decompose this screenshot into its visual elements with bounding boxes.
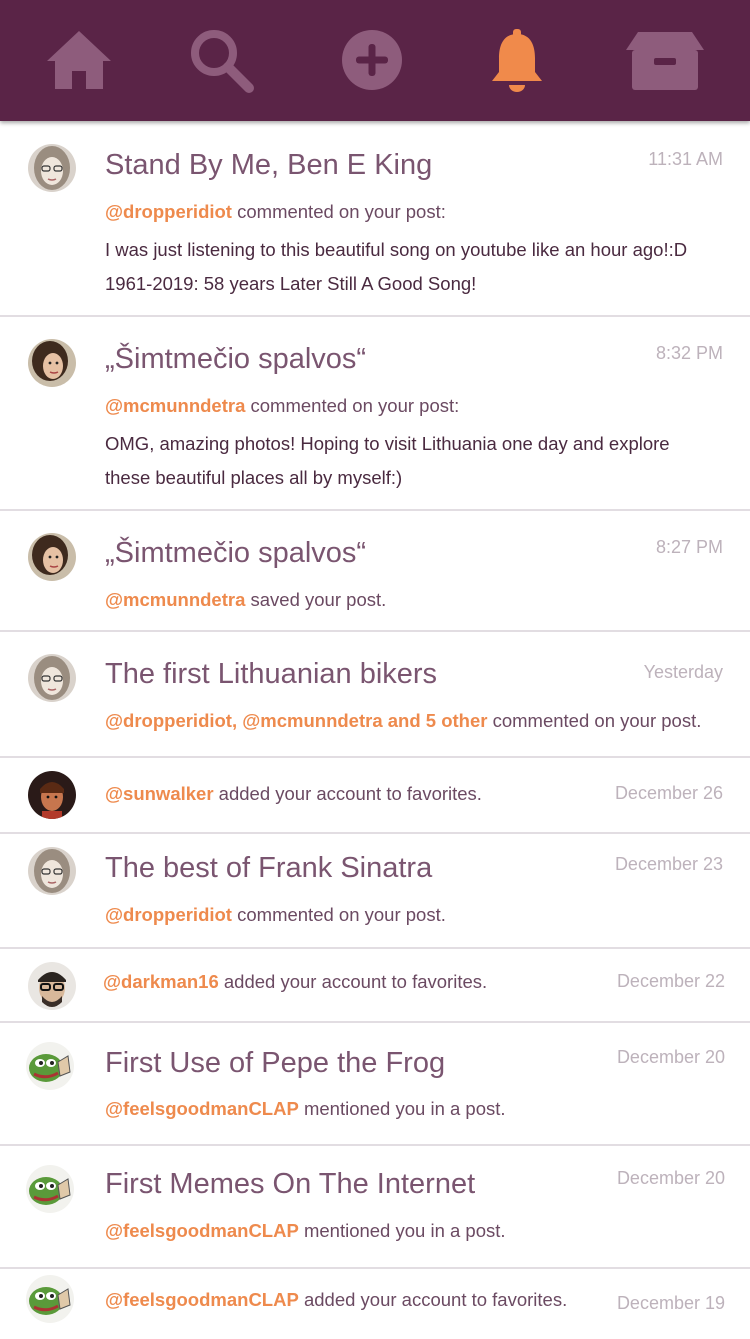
search-icon (191, 30, 254, 93)
notification-action-line: @feelsgoodmanCLAP added your account to … (105, 1289, 567, 1311)
avatar-woman-glasses-image (28, 144, 76, 192)
notification-action-text: added your account to favorites. (218, 971, 488, 992)
notification-title: „Šimtmečio spalvos“ (105, 343, 367, 375)
avatar-pepe-image (26, 1165, 74, 1213)
notification-action-line: @darkman16 added your account to favorit… (103, 971, 487, 993)
notification-action-line: @feelsgoodmanCLAP mentioned you in a pos… (105, 1098, 506, 1120)
notification-time: December 22 (616, 971, 725, 991)
nav-search-button[interactable] (178, 22, 264, 98)
comment-line: 1961-2019: 58 years Later Still A Good S… (105, 273, 477, 294)
notification-item[interactable]: @feelsgoodmanCLAP added your account to … (0, 1269, 750, 1339)
notification-time: December 19 (616, 1293, 725, 1313)
user-avatar[interactable] (26, 1042, 74, 1090)
notification-time: 8:32 PM (655, 343, 723, 363)
notification-action-line: @dropperidiot commented on your post: (105, 201, 446, 223)
notification-time: Yesterday (643, 662, 723, 682)
notification-item[interactable]: Stand By Me, Ben E King 11:31 AM @droppe… (0, 121, 750, 317)
notification-action-text: commented on your post. (231, 904, 446, 925)
notification-action-text: commented on your post: (231, 201, 446, 222)
notification-action-line: @feelsgoodmanCLAP mentioned you in a pos… (105, 1220, 506, 1242)
notification-action-text: commented on your post: (245, 395, 460, 416)
nav-archive-button[interactable] (622, 22, 708, 98)
user-avatar[interactable] (26, 1165, 74, 1213)
username-link[interactable]: @mcmunndetra (105, 395, 245, 416)
notification-title: The first Lithuanian bikers (105, 658, 438, 690)
avatar-woman-brunette-image (28, 339, 76, 387)
notification-action-text: commented on your post. (487, 710, 702, 731)
avatar-man-glasses-image (28, 962, 76, 1010)
comment-text: I was just listening to this beautiful s… (105, 233, 725, 301)
add-icon (342, 30, 402, 90)
notification-item[interactable]: First Memes On The Internet December 20 … (0, 1146, 750, 1269)
notification-action-text: added your account to favorites. (298, 1289, 568, 1310)
avatar-woman-glasses-image (28, 654, 76, 702)
notification-title: Stand By Me, Ben E King (105, 149, 433, 181)
notification-action-line: @mcmunndetra commented on your post: (105, 395, 459, 417)
user-avatar[interactable] (28, 339, 76, 387)
notification-action-text: mentioned you in a post. (298, 1220, 506, 1241)
username-link[interactable]: @darkman16 (103, 971, 219, 992)
archive-box-icon (626, 32, 704, 90)
username-link[interactable]: @feelsgoodmanCLAP (105, 1289, 299, 1310)
nav-home-button[interactable] (36, 22, 122, 98)
notification-title: First Memes On The Internet (105, 1168, 476, 1200)
notification-item[interactable]: The best of Frank Sinatra December 23 @d… (0, 834, 750, 949)
user-avatar[interactable] (28, 654, 76, 702)
notification-item[interactable]: „Šimtmečio spalvos“ 8:32 PM @mcmunndetra… (0, 317, 750, 511)
user-avatar[interactable] (28, 144, 76, 192)
user-avatar[interactable] (28, 771, 76, 819)
home-icon (47, 31, 111, 89)
avatar-man-red-image (28, 771, 76, 819)
notification-item[interactable]: First Use of Pepe the Frog December 20 @… (0, 1023, 750, 1146)
notification-item[interactable]: „Šimtmečio spalvos“ 8:27 PM @mcmunndetra… (0, 511, 750, 632)
username-link[interactable]: @dropperidiot, @mcmunndetra and 5 other (105, 710, 487, 731)
username-link[interactable]: @mcmunndetra (105, 589, 245, 610)
username-link[interactable]: @feelsgoodmanCLAP (105, 1220, 299, 1241)
username-link[interactable]: @dropperidiot (105, 904, 232, 925)
notification-time: 8:27 PM (655, 537, 723, 557)
user-avatar[interactable] (28, 533, 76, 581)
user-avatar[interactable] (28, 847, 76, 895)
nav-notifications-button[interactable] (474, 22, 560, 98)
notification-action-line: @dropperidiot, @mcmunndetra and 5 other … (105, 710, 701, 732)
notification-action-line: @sunwalker added your account to favorit… (105, 783, 482, 805)
avatar-pepe-image (26, 1275, 74, 1323)
notification-action-line: @dropperidiot commented on your post. (105, 904, 446, 926)
bell-icon (492, 29, 542, 92)
notification-action-line: @mcmunndetra saved your post. (105, 589, 386, 611)
user-avatar[interactable] (26, 1275, 74, 1323)
notification-title: The best of Frank Sinatra (105, 852, 433, 884)
notification-time: December 20 (616, 1168, 725, 1188)
notification-time: December 26 (614, 783, 723, 803)
notification-action-text: mentioned you in a post. (298, 1098, 506, 1119)
notification-action-text: added your account to favorites. (213, 783, 482, 804)
comment-line: these beautiful places all by myself:) (105, 467, 403, 488)
comment-text: OMG, amazing photos! Hoping to visit Lit… (105, 427, 725, 495)
notification-time: 11:31 AM (648, 149, 723, 169)
notification-item[interactable]: @darkman16 added your account to favorit… (0, 949, 750, 1023)
notification-title: First Use of Pepe the Frog (105, 1047, 446, 1079)
nav-add-button[interactable] (329, 22, 415, 98)
comment-line: I was just listening to this beautiful s… (105, 239, 688, 260)
avatar-woman-brunette-image (28, 533, 76, 581)
avatar-woman-glasses-image (28, 847, 76, 895)
notification-item[interactable]: @sunwalker added your account to favorit… (0, 758, 750, 834)
avatar-pepe-image (26, 1042, 74, 1090)
notification-item[interactable]: The first Lithuanian bikers Yesterday @d… (0, 632, 750, 758)
comment-line: OMG, amazing photos! Hoping to visit Lit… (105, 433, 670, 454)
username-link[interactable]: @dropperidiot (105, 201, 232, 222)
top-navigation-bar (0, 0, 750, 121)
username-link[interactable]: @sunwalker (105, 783, 214, 804)
username-link[interactable]: @feelsgoodmanCLAP (105, 1098, 299, 1119)
notification-title: „Šimtmečio spalvos“ (105, 537, 367, 569)
notification-time: December 20 (616, 1047, 725, 1067)
user-avatar[interactable] (28, 962, 76, 1010)
notification-time: December 23 (614, 854, 723, 874)
notification-action-text: saved your post. (245, 589, 387, 610)
